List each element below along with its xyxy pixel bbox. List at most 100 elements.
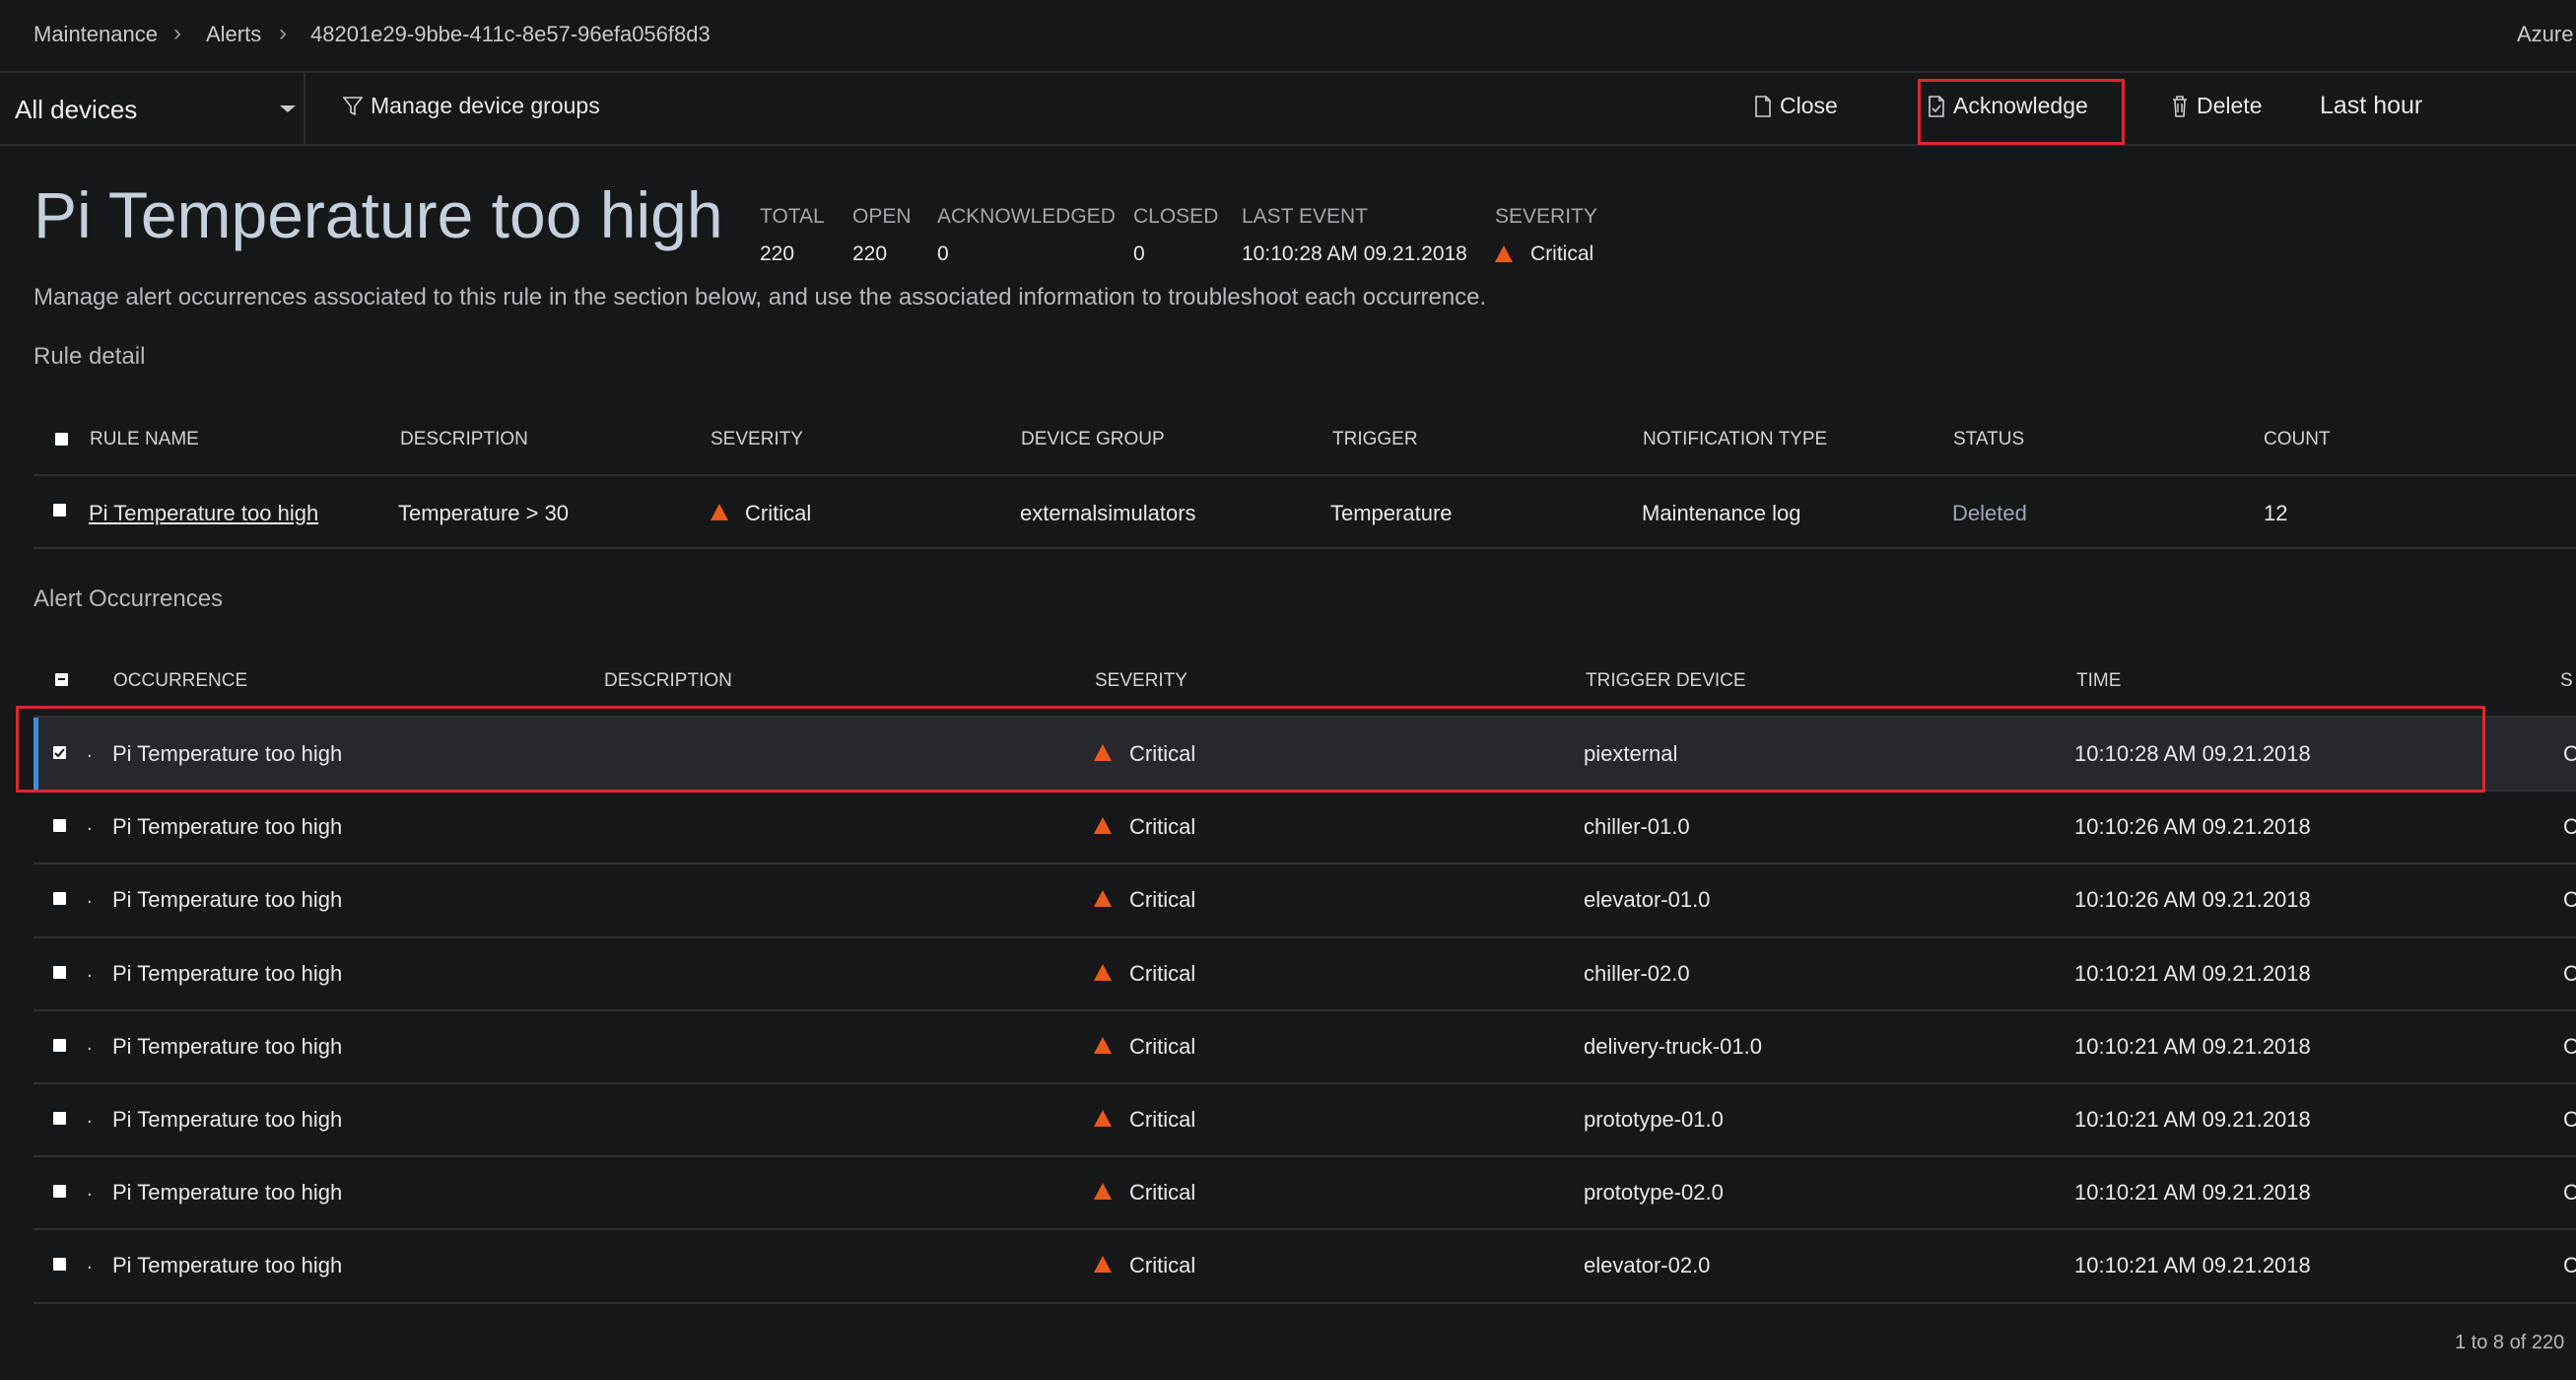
breadcrumb-alerts[interactable]: Alerts bbox=[206, 22, 261, 47]
col-status-cut[interactable]: S bbox=[2560, 670, 2573, 692]
pagination-label: 1 to 8 of 220 bbox=[2455, 1332, 2565, 1353]
device-group-dropdown[interactable]: All devices bbox=[0, 73, 305, 144]
occurrence-time: 10:10:26 AM 09.21.2018 bbox=[2074, 814, 2311, 839]
occurrence-severity: Critical bbox=[1129, 887, 1196, 912]
row-checkbox[interactable] bbox=[53, 892, 66, 905]
warning-triangle-icon bbox=[1094, 1256, 1112, 1273]
occurrence-status-cut: C bbox=[2563, 1253, 2576, 1277]
occurrence-name: Pi Temperature too high bbox=[112, 814, 343, 839]
col-severity[interactable]: SEVERITY bbox=[711, 429, 803, 450]
time-range-label: Last hour bbox=[2320, 92, 2423, 119]
stat-open-label: OPEN bbox=[852, 205, 912, 228]
occurrence-name: Pi Temperature too high bbox=[112, 961, 343, 986]
rule-count: 12 bbox=[2264, 501, 2288, 525]
occurrence-trigger-device: delivery-truck-01.0 bbox=[1584, 1034, 1762, 1059]
occurrence-severity: Critical bbox=[1129, 1253, 1196, 1277]
stat-acknowledged-label: ACKNOWLEDGED bbox=[937, 205, 1116, 228]
stat-acknowledged-value: 0 bbox=[937, 242, 949, 265]
col-occurrence[interactable]: OCCURRENCE bbox=[113, 670, 247, 692]
col-occ-severity[interactable]: SEVERITY bbox=[1095, 670, 1187, 692]
brand-label: Azure bbox=[2517, 22, 2574, 46]
warning-triangle-icon bbox=[711, 504, 728, 520]
col-time[interactable]: TIME bbox=[2076, 670, 2121, 692]
occurrence-severity: Critical bbox=[1129, 961, 1196, 986]
occurrence-time: 10:10:26 AM 09.21.2018 bbox=[2074, 887, 2311, 912]
warning-triangle-icon bbox=[1094, 964, 1112, 981]
col-occ-description[interactable]: DESCRIPTION bbox=[604, 670, 732, 692]
col-rule-name[interactable]: RULE NAME bbox=[90, 429, 199, 450]
occurrence-name: Pi Temperature too high bbox=[112, 1107, 343, 1132]
selected-row-highlight bbox=[16, 706, 2485, 793]
stat-total-value: 220 bbox=[760, 242, 795, 265]
chevron-right-icon: › bbox=[173, 20, 181, 46]
chevron-down-icon bbox=[280, 105, 296, 112]
time-range-dropdown[interactable]: Last hour bbox=[2320, 92, 2422, 120]
row-expand-handle[interactable]: . bbox=[87, 1033, 93, 1056]
delete-button[interactable]: Delete bbox=[2171, 93, 2262, 119]
warning-triangle-icon bbox=[1094, 890, 1112, 907]
divider bbox=[34, 1082, 2576, 1084]
row-checkbox[interactable] bbox=[53, 1112, 66, 1125]
col-count[interactable]: COUNT bbox=[2264, 429, 2331, 450]
page-description: Manage alert occurrences associated to t… bbox=[34, 284, 1487, 310]
rule-trigger: Temperature bbox=[1330, 501, 1453, 525]
row-expand-handle[interactable]: . bbox=[87, 1106, 93, 1129]
rule-status: Deleted bbox=[1952, 501, 2027, 525]
occurrence-select-all-checkbox[interactable] bbox=[55, 673, 68, 686]
occurrence-trigger-device: elevator-01.0 bbox=[1584, 887, 1711, 912]
occurrence-time: 10:10:21 AM 09.21.2018 bbox=[2074, 1034, 2311, 1059]
rule-name-link[interactable]: Pi Temperature too high bbox=[89, 501, 318, 526]
rule-row-checkbox[interactable] bbox=[53, 504, 66, 517]
toolbar: All devices Manage device groups Close A… bbox=[0, 73, 2576, 146]
stat-closed-value: 0 bbox=[1133, 242, 1145, 265]
occurrence-name: Pi Temperature too high bbox=[112, 1253, 343, 1277]
row-checkbox[interactable] bbox=[53, 1185, 66, 1198]
manage-device-groups-label: Manage device groups bbox=[371, 93, 600, 118]
manage-device-groups-button[interactable]: Manage device groups bbox=[343, 93, 600, 119]
row-checkbox[interactable] bbox=[53, 819, 66, 832]
rule-select-all-checkbox[interactable] bbox=[55, 433, 68, 446]
acknowledge-highlight bbox=[1918, 79, 2125, 145]
delete-label: Delete bbox=[2197, 93, 2263, 118]
col-status[interactable]: STATUS bbox=[1953, 429, 2024, 450]
divider bbox=[34, 862, 2576, 864]
row-expand-handle[interactable]: . bbox=[87, 960, 93, 983]
rule-detail-heading: Rule detail bbox=[34, 343, 146, 370]
divider bbox=[34, 547, 2576, 549]
col-device-group[interactable]: DEVICE GROUP bbox=[1021, 429, 1165, 450]
occurrence-status-cut: C bbox=[2563, 1034, 2576, 1059]
occurrence-severity: Critical bbox=[1129, 1034, 1196, 1059]
rule-notification-type: Maintenance log bbox=[1642, 501, 1801, 525]
stat-last-event-value: 10:10:28 AM 09.21.2018 bbox=[1242, 242, 1467, 265]
col-trigger[interactable]: TRIGGER bbox=[1332, 429, 1418, 450]
warning-triangle-icon bbox=[1094, 1110, 1112, 1127]
row-checkbox[interactable] bbox=[53, 966, 66, 979]
divider bbox=[34, 936, 2576, 938]
stat-severity-label: SEVERITY bbox=[1495, 205, 1597, 228]
row-expand-handle[interactable]: . bbox=[87, 886, 93, 909]
col-notification-type[interactable]: NOTIFICATION TYPE bbox=[1643, 429, 1827, 450]
occurrence-time: 10:10:21 AM 09.21.2018 bbox=[2074, 1107, 2311, 1132]
occurrence-severity: Critical bbox=[1129, 814, 1196, 839]
chevron-right-icon: › bbox=[279, 20, 287, 46]
row-expand-handle[interactable]: . bbox=[87, 813, 93, 836]
col-description[interactable]: DESCRIPTION bbox=[400, 429, 528, 450]
occurrence-name: Pi Temperature too high bbox=[112, 1034, 343, 1059]
divider bbox=[34, 1228, 2576, 1230]
stat-closed-label: CLOSED bbox=[1133, 205, 1219, 228]
occurrence-name: Pi Temperature too high bbox=[112, 887, 343, 912]
close-label: Close bbox=[1780, 93, 1838, 118]
row-checkbox[interactable] bbox=[53, 1258, 66, 1271]
row-checkbox[interactable] bbox=[53, 1039, 66, 1052]
occurrence-time: 10:10:21 AM 09.21.2018 bbox=[2074, 1253, 2311, 1277]
row-expand-handle[interactable]: . bbox=[87, 1179, 93, 1202]
occurrence-name: Pi Temperature too high bbox=[112, 1180, 343, 1205]
breadcrumb-maintenance[interactable]: Maintenance bbox=[34, 22, 158, 47]
divider bbox=[34, 1009, 2576, 1011]
occurrence-trigger-device: elevator-02.0 bbox=[1584, 1253, 1711, 1277]
occurrence-status-cut: C bbox=[2563, 1180, 2576, 1205]
row-expand-handle[interactable]: . bbox=[87, 1252, 93, 1275]
close-button[interactable]: Close bbox=[1754, 93, 1838, 119]
document-icon bbox=[1755, 95, 1771, 117]
col-trigger-device[interactable]: TRIGGER DEVICE bbox=[1586, 670, 1746, 692]
